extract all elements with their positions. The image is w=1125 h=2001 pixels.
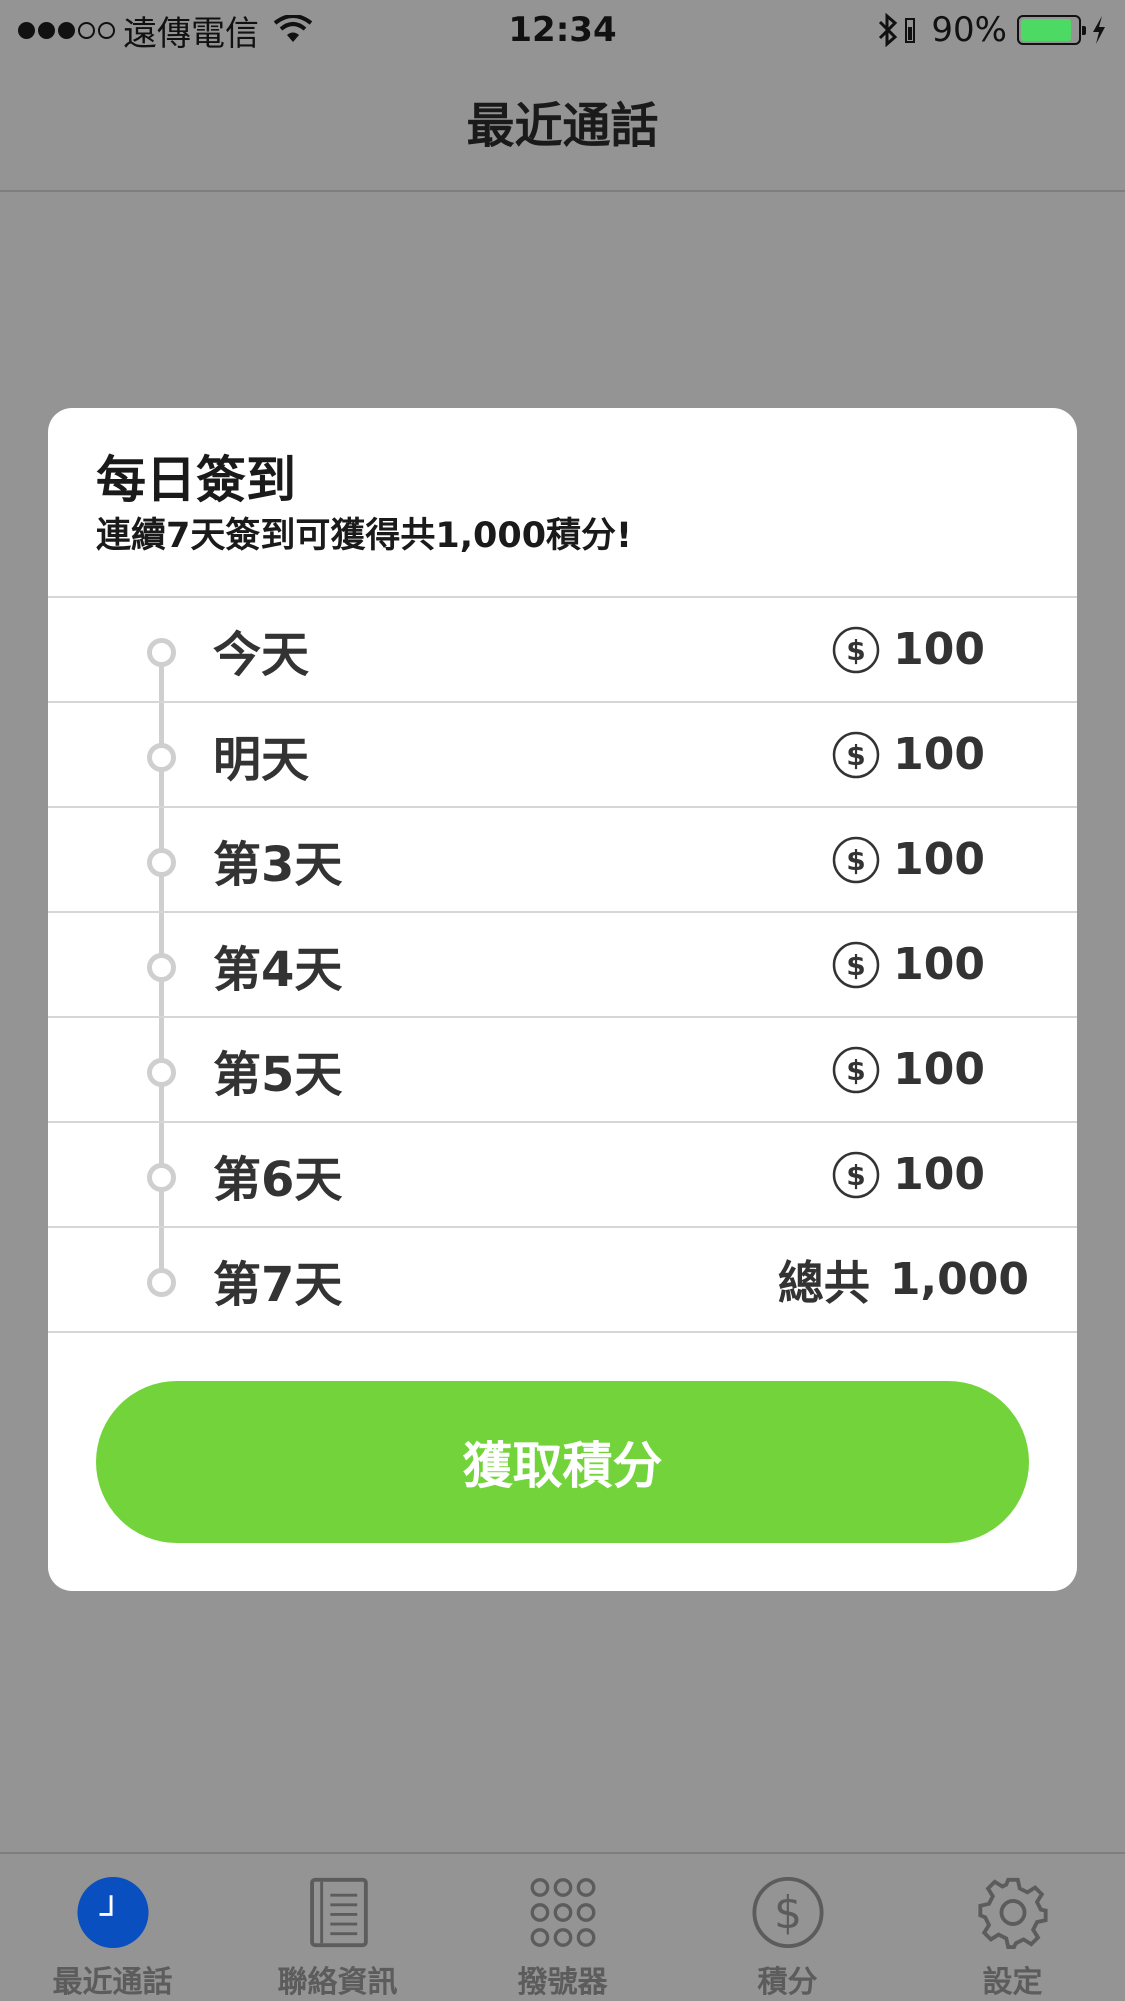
reward-points: 100	[893, 834, 985, 885]
total-label: 總共	[777, 1255, 870, 1310]
bluetooth-icon	[879, 13, 898, 47]
svg-text:$: $	[846, 844, 865, 877]
checkin-day-row: 今天 $ 100	[48, 598, 1077, 703]
coin-icon: $	[832, 731, 880, 778]
status-left: 遠傳電信	[18, 6, 313, 55]
day-label: 第5天	[213, 1046, 343, 1103]
tab-label: 積分	[757, 1965, 818, 2000]
svg-text:$: $	[846, 1054, 865, 1087]
day-reward: $ 100	[831, 1044, 985, 1095]
checkin-day-list: 今天 $ 100 明天 $ 100 第3天 $ 100 第4天 $ 100 第5…	[48, 598, 1077, 1333]
clock-icon	[76, 1876, 149, 1949]
battery-small-icon	[905, 18, 916, 43]
battery-level-fill	[1021, 19, 1072, 41]
signal-strength-icon	[18, 21, 115, 39]
tab-bar: 最近通話 聯絡資訊 撥號器 $ 積分 設定	[0, 1852, 1125, 2001]
svg-text:$: $	[846, 1159, 865, 1192]
reward-points: 100	[893, 1044, 985, 1095]
checkin-day-row: 第6天 $ 100	[48, 1123, 1077, 1228]
tab-label: 設定	[982, 1965, 1043, 2000]
charging-icon	[1093, 16, 1105, 44]
tab-dialer[interactable]: 撥號器	[450, 1854, 675, 2001]
dialog-title: 每日簽到	[96, 451, 296, 509]
claim-points-button[interactable]: 獲取積分	[96, 1381, 1029, 1543]
carrier-name: 遠傳電信	[123, 13, 259, 54]
checkin-day-row-final: 第7天 總共 1,000	[48, 1228, 1077, 1333]
timeline-node	[147, 1163, 176, 1192]
timeline-node	[147, 743, 176, 772]
contacts-book-icon	[309, 1877, 368, 1948]
svg-text:$: $	[846, 634, 865, 667]
page-title: 最近通話	[466, 98, 659, 154]
day-label: 第7天	[213, 1256, 343, 1313]
reward-points: 100	[893, 729, 985, 780]
svg-text:$: $	[773, 1888, 801, 1939]
day-label: 明天	[213, 731, 310, 788]
dialog-header: 每日簽到 連續7天簽到可獲得共1,000積分!	[48, 408, 1077, 598]
day-label: 第4天	[213, 941, 343, 998]
timeline-node	[147, 1268, 176, 1297]
dollar-coin-icon: $	[751, 1876, 824, 1949]
day-reward: $ 100	[831, 939, 985, 990]
day-label: 第6天	[213, 1151, 343, 1208]
svg-text:$: $	[846, 949, 865, 982]
total-points: 1,000	[889, 1254, 1029, 1305]
tab-label: 最近通話	[52, 1965, 173, 2000]
battery-percent: 90%	[931, 10, 1007, 50]
tab-points[interactable]: $ 積分	[675, 1854, 900, 2001]
timeline-node	[147, 953, 176, 982]
checkin-day-row: 第5天 $ 100	[48, 1018, 1077, 1123]
battery-icon	[1017, 15, 1086, 45]
checkin-day-row: 第4天 $ 100	[48, 913, 1077, 1018]
svg-text:$: $	[846, 739, 865, 772]
reward-points: 100	[893, 624, 985, 675]
status-right: 90%	[877, 10, 1107, 50]
checkin-day-row: 明天 $ 100	[48, 703, 1077, 808]
tab-label: 聯絡資訊	[277, 1965, 398, 2000]
tab-settings[interactable]: 設定	[900, 1854, 1125, 2001]
day-reward: $ 100	[831, 1149, 985, 1200]
gear-icon	[977, 1877, 1048, 1949]
total-reward: 總共 1,000	[778, 1247, 1029, 1313]
tab-label: 撥號器	[517, 1965, 608, 2000]
dialog-subtitle: 連續7天簽到可獲得共1,000積分!	[96, 516, 633, 556]
tab-recent-calls[interactable]: 最近通話	[0, 1854, 225, 2001]
checkin-day-row: 第3天 $ 100	[48, 808, 1077, 913]
timeline-node	[147, 638, 176, 667]
coin-icon: $	[832, 1046, 880, 1093]
reward-points: 100	[893, 1149, 985, 1200]
coin-icon: $	[832, 836, 880, 883]
timeline-node	[147, 1058, 176, 1087]
timeline-node	[147, 848, 176, 877]
keypad-icon	[530, 1878, 595, 1947]
day-reward: $ 100	[831, 624, 985, 675]
daily-checkin-dialog: 每日簽到 連續7天簽到可獲得共1,000積分! 今天 $ 100 明天 $ 10…	[48, 408, 1077, 1591]
coin-icon: $	[832, 941, 880, 988]
wifi-icon	[273, 15, 313, 42]
day-label: 第3天	[213, 836, 343, 893]
coin-icon: $	[832, 626, 880, 673]
day-reward: $ 100	[831, 834, 985, 885]
day-reward: $ 100	[831, 729, 985, 780]
status-bar: 遠傳電信 90%	[0, 0, 1125, 60]
day-label: 今天	[213, 626, 310, 683]
navigation-bar: 最近通話	[0, 60, 1125, 192]
coin-icon: $	[832, 1151, 880, 1198]
reward-points: 100	[893, 939, 985, 990]
tab-contacts[interactable]: 聯絡資訊	[225, 1854, 450, 2001]
